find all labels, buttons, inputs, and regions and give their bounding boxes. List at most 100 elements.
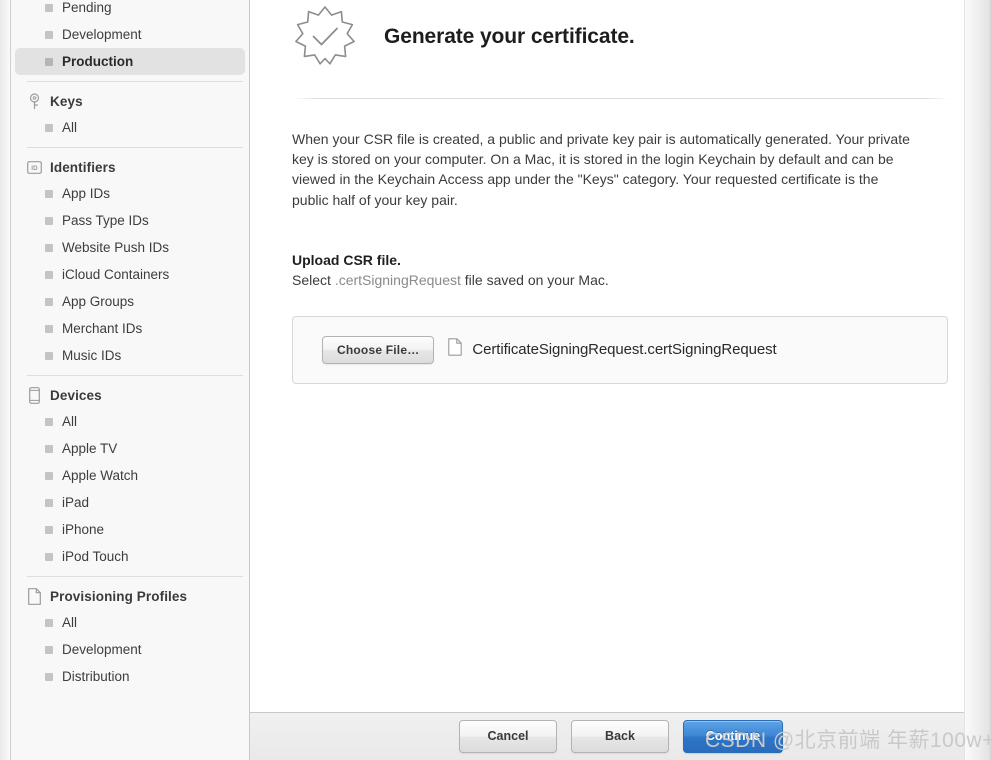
sidebar-divider xyxy=(27,147,243,148)
sidebar-item-all[interactable]: All xyxy=(15,114,245,141)
sidebar-item-label: Website Push IDs xyxy=(62,240,170,255)
sidebar-item-label: iCloud Containers xyxy=(62,267,170,282)
sidebar-item-label: Pending xyxy=(62,0,112,15)
sidebar-item-production[interactable]: Production xyxy=(15,48,245,75)
sidebar-section: Devices All Apple TV Apple Watch iPad iPhone i… xyxy=(11,382,249,570)
sidebar-section: Pending Development Production xyxy=(11,0,249,75)
device-icon xyxy=(27,386,42,404)
sidebar-section-label: Devices xyxy=(50,387,102,403)
header-divider xyxy=(292,98,950,99)
content-body: Generate your certificate. When your CSR… xyxy=(250,0,992,712)
csr-upload-dropzone[interactable]: Choose File… CertificateSigningRequest.c… xyxy=(292,315,948,384)
sidebar-section-label: Identifiers xyxy=(50,159,116,175)
bullet-icon xyxy=(45,123,53,132)
sidebar-divider xyxy=(27,375,243,376)
sidebar-section-header-identifiers[interactable]: ID Identifiers xyxy=(11,154,249,180)
upload-subtext-suffix: file saved on your Mac. xyxy=(460,271,609,288)
sidebar-item-label: Apple TV xyxy=(62,441,118,456)
sidebar-item-apple-tv[interactable]: Apple TV xyxy=(15,435,245,462)
bullet-icon xyxy=(45,270,53,279)
bullet-icon xyxy=(45,216,53,225)
sidebar-item-label: App Groups xyxy=(62,294,135,309)
continue-button[interactable]: Continue xyxy=(683,720,783,753)
sidebar-section-header-keys[interactable]: Keys xyxy=(11,88,249,114)
window-left-gutter xyxy=(0,0,11,760)
bullet-icon xyxy=(45,645,53,654)
cancel-button[interactable]: Cancel xyxy=(459,720,557,753)
sidebar-item-ipad[interactable]: iPad xyxy=(15,489,245,516)
app-window: Pending Development Production Keys All ID Ide… xyxy=(0,0,992,760)
back-button[interactable]: Back xyxy=(571,720,669,753)
bullet-icon xyxy=(45,552,53,561)
action-bar: Cancel Back Continue xyxy=(250,712,992,760)
certificate-seal-icon xyxy=(292,4,358,70)
sidebar-item-development[interactable]: Development xyxy=(15,636,245,663)
file-document-icon xyxy=(448,338,463,361)
sidebar-section: Keys All xyxy=(11,88,249,141)
sidebar-item-label: Development xyxy=(62,642,142,657)
document-icon xyxy=(27,587,42,605)
bullet-icon xyxy=(45,351,53,360)
bullet-icon xyxy=(45,3,53,12)
bullet-icon xyxy=(45,57,53,66)
sidebar-section-header-devices[interactable]: Devices xyxy=(11,382,249,408)
bullet-icon xyxy=(45,471,53,480)
sidebar-item-label: Development xyxy=(62,27,142,42)
sidebar-divider xyxy=(27,81,243,82)
upload-file-extension: .certSigningRequest xyxy=(334,271,461,288)
bullet-icon xyxy=(45,525,53,534)
sidebar-item-app-groups[interactable]: App Groups xyxy=(15,288,245,315)
id-badge-icon: ID xyxy=(27,159,42,175)
sidebar-divider xyxy=(27,576,243,577)
bullet-icon xyxy=(45,189,53,198)
selected-file-name: CertificateSigningRequest.certSigningReq… xyxy=(472,341,777,359)
sidebar-item-pass-type-ids[interactable]: Pass Type IDs xyxy=(15,207,245,234)
main-content: Generate your certificate. When your CSR… xyxy=(250,0,992,760)
sidebar-item-label: All xyxy=(62,414,78,429)
choose-file-button[interactable]: Choose File… xyxy=(322,335,435,364)
sidebar-item-label: App IDs xyxy=(62,186,111,201)
sidebar-item-pending[interactable]: Pending xyxy=(15,0,245,21)
bullet-icon xyxy=(45,417,53,426)
sidebar-section: ID Identifiers App IDs Pass Type IDs Website… xyxy=(11,154,249,369)
sidebar-item-app-ids[interactable]: App IDs xyxy=(15,180,245,207)
upload-subtext-prefix: Select xyxy=(292,271,335,288)
sidebar-item-icloud-containers[interactable]: iCloud Containers xyxy=(15,261,245,288)
sidebar-item-label: All xyxy=(62,120,78,135)
sidebar-item-label: Production xyxy=(62,54,134,69)
selected-file: CertificateSigningRequest.certSigningReq… xyxy=(448,338,777,361)
sidebar-item-label: Pass Type IDs xyxy=(62,213,149,228)
sidebar-item-website-push-ids[interactable]: Website Push IDs xyxy=(15,234,245,261)
sidebar-item-label: All xyxy=(62,615,78,630)
bullet-icon xyxy=(45,297,53,306)
sidebar-item-iphone[interactable]: iPhone xyxy=(15,516,245,543)
sidebar-section-label: Keys xyxy=(50,93,83,109)
sidebar-item-label: Apple Watch xyxy=(62,468,139,483)
bullet-icon xyxy=(45,324,53,333)
sidebar-item-music-ids[interactable]: Music IDs xyxy=(15,342,245,369)
sidebar-section-header-provisioning-profiles[interactable]: Provisioning Profiles xyxy=(11,583,249,609)
sidebar: Pending Development Production Keys All ID Ide… xyxy=(11,0,250,760)
sidebar-scroll-area[interactable]: Pending Development Production Keys All ID Ide… xyxy=(11,0,249,706)
upload-subtext: Select .certSigningRequest file saved on… xyxy=(292,272,950,288)
page-header: Generate your certificate. xyxy=(292,0,950,72)
sidebar-item-all[interactable]: All xyxy=(15,408,245,435)
bullet-icon xyxy=(45,30,53,39)
sidebar-item-label: Music IDs xyxy=(62,348,122,363)
sidebar-section-label: Provisioning Profiles xyxy=(50,588,188,604)
sidebar-item-label: Merchant IDs xyxy=(62,321,143,336)
bullet-icon xyxy=(45,444,53,453)
sidebar-item-ipod-touch[interactable]: iPod Touch xyxy=(15,543,245,570)
sidebar-item-development[interactable]: Development xyxy=(15,21,245,48)
sidebar-item-distribution[interactable]: Distribution xyxy=(15,663,245,690)
sidebar-item-merchant-ids[interactable]: Merchant IDs xyxy=(15,315,245,342)
sidebar-item-label: iPhone xyxy=(62,522,105,537)
bullet-icon xyxy=(45,618,53,627)
bullet-icon xyxy=(45,243,53,252)
upload-heading: Upload CSR file. xyxy=(292,251,401,268)
sidebar-item-all[interactable]: All xyxy=(15,609,245,636)
intro-paragraph: When your CSR file is created, a public … xyxy=(292,131,910,208)
sidebar-item-apple-watch[interactable]: Apple Watch xyxy=(15,462,245,489)
sidebar-item-label: iPad xyxy=(62,495,90,510)
sidebar-item-label: iPod Touch xyxy=(62,549,129,564)
